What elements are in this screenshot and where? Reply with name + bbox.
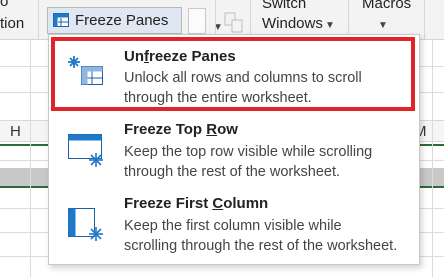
switch-windows-label-top[interactable]: Switch (262, 0, 306, 12)
macros-label[interactable]: Macros (362, 0, 411, 12)
sync-scrolling-icon[interactable] (224, 12, 244, 34)
freeze-panes-button[interactable]: Freeze Panes ▼ (47, 7, 223, 34)
menu-item-title: Freeze First Column (124, 195, 269, 212)
menu-item-description: Keep the top row visible while scrolling… (124, 144, 373, 180)
menu-item-freeze-first-column[interactable]: Freeze First Column Keep the first colum… (49, 187, 419, 265)
ribbon-left-label-top: o (0, 0, 9, 10)
ribbon-separator (424, 0, 425, 40)
freeze-panes-label: Freeze Panes (75, 12, 169, 29)
freeze-first-column-icon (68, 208, 103, 241)
menu-item-title: Freeze Top Row (124, 121, 238, 138)
ribbon-left-label-bottom: tion (0, 15, 25, 32)
menu-item-freeze-top-row[interactable]: Freeze Top Row Keep the top row visible … (49, 113, 419, 187)
ribbon-separator (38, 0, 39, 40)
freeze-panes-menu: Unfreeze Panes Unlock all rows and colum… (48, 34, 420, 265)
grid-line (432, 40, 433, 277)
switch-windows-label-bottom[interactable]: Windows (262, 16, 323, 32)
excel-window: o tion Freeze Panes ▼ Switch Windows ▼ M… (0, 0, 444, 277)
freeze-top-row-icon (68, 134, 103, 167)
column-header-h[interactable]: H (10, 123, 21, 140)
menu-item-description: Keep the first column visible while scro… (124, 218, 398, 254)
chevron-down-icon: ▼ (325, 20, 335, 31)
highlight-box (51, 37, 415, 111)
new-window-icon[interactable] (188, 8, 206, 34)
grid-line (30, 40, 31, 277)
chevron-down-icon: ▼ (378, 20, 388, 31)
freeze-panes-icon (53, 13, 69, 27)
